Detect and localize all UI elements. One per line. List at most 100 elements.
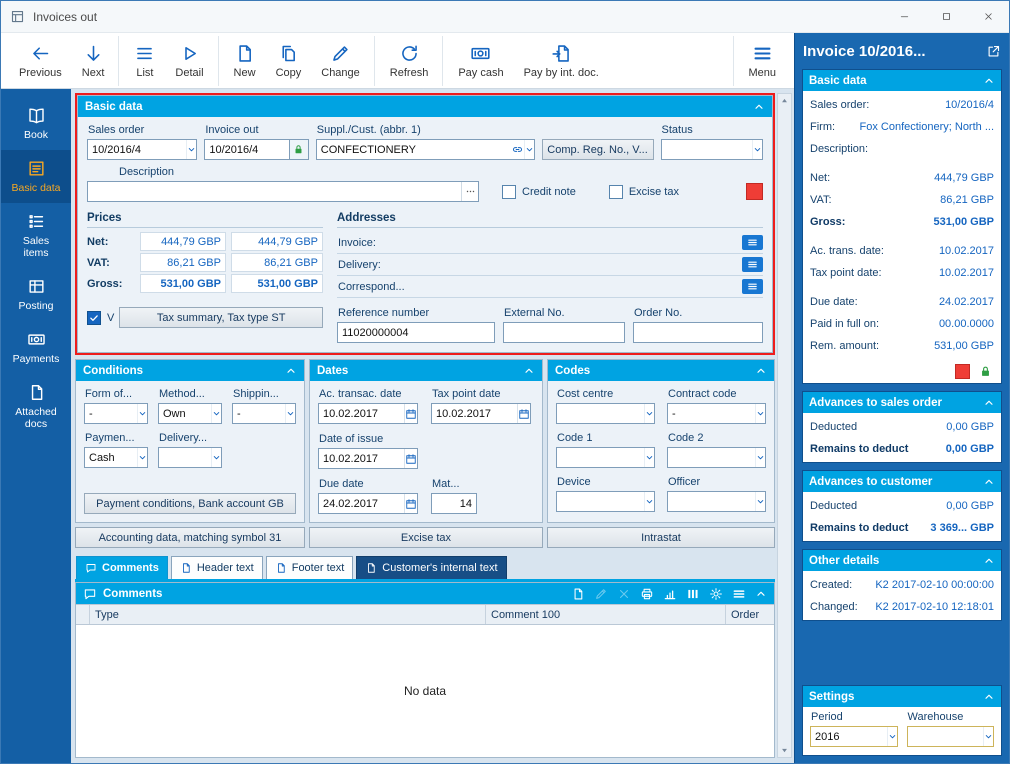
invoice-out-field[interactable]: 10/2016/4 bbox=[204, 139, 289, 160]
chevron-down-icon[interactable] bbox=[983, 727, 993, 746]
link-icon[interactable] bbox=[511, 140, 524, 159]
columns-icon[interactable] bbox=[686, 587, 700, 601]
chevron-up-icon[interactable] bbox=[523, 365, 535, 377]
column-header-type[interactable]: Type bbox=[90, 605, 486, 624]
date-of-issue-field[interactable]: 10.02.2017 bbox=[318, 448, 418, 469]
condition-combo[interactable]: - bbox=[84, 403, 148, 424]
chevron-up-icon[interactable] bbox=[983, 476, 995, 488]
description-input[interactable] bbox=[87, 181, 479, 202]
vat-checkbox[interactable] bbox=[87, 311, 101, 325]
chevron-down-icon[interactable] bbox=[887, 727, 897, 746]
print-icon[interactable] bbox=[640, 587, 654, 601]
chevron-down-icon[interactable] bbox=[644, 448, 654, 467]
address-menu-button[interactable] bbox=[742, 235, 763, 250]
toolbar-button[interactable]: Change bbox=[311, 36, 375, 86]
chevron-down-icon[interactable] bbox=[752, 140, 762, 159]
tab[interactable]: Comments bbox=[76, 556, 168, 579]
condition-combo[interactable]: Own bbox=[158, 403, 222, 424]
due-date-field[interactable]: 24.02.2017 bbox=[318, 493, 418, 514]
chevron-down-icon[interactable] bbox=[137, 404, 147, 423]
chart-icon[interactable] bbox=[663, 587, 677, 601]
excise-tax-option[interactable]: Excise tax bbox=[609, 185, 679, 199]
code-combo[interactable] bbox=[667, 491, 766, 512]
period-combo[interactable]: 2016 bbox=[810, 726, 898, 747]
close-button[interactable] bbox=[967, 1, 1009, 32]
chevron-up-icon[interactable] bbox=[753, 101, 765, 113]
chevron-up-icon[interactable] bbox=[755, 588, 767, 600]
edit-icon[interactable] bbox=[594, 587, 608, 601]
chevron-down-icon[interactable] bbox=[644, 404, 654, 423]
warehouse-combo[interactable] bbox=[907, 726, 995, 747]
comp-reg-button[interactable]: Comp. Reg. No., V... bbox=[542, 139, 654, 160]
delete-icon[interactable] bbox=[617, 587, 631, 601]
toolbar-button[interactable]: Previous bbox=[9, 36, 72, 86]
code-combo[interactable]: - bbox=[667, 403, 766, 424]
ellipsis-button[interactable] bbox=[461, 182, 478, 201]
chevron-up-icon[interactable] bbox=[285, 365, 297, 377]
order-no-input[interactable] bbox=[633, 322, 763, 343]
toolbar-button[interactable]: Copy bbox=[266, 36, 312, 86]
customer-combo[interactable]: CONFECTIONERY bbox=[316, 139, 535, 160]
code-combo[interactable] bbox=[556, 403, 655, 424]
sidebar-item[interactable]: Payments bbox=[1, 321, 71, 374]
calendar-icon[interactable] bbox=[517, 404, 530, 423]
column-header-order[interactable]: Order bbox=[726, 605, 774, 624]
condition-combo[interactable] bbox=[158, 447, 222, 468]
toolbar-button[interactable]: Pay by int. doc. bbox=[514, 36, 609, 86]
chevron-down-icon[interactable] bbox=[644, 492, 654, 511]
chevron-up-icon[interactable] bbox=[983, 555, 995, 567]
toolbar-button[interactable]: New bbox=[224, 36, 266, 86]
sidebar-item[interactable]: Posting bbox=[1, 268, 71, 321]
condition-combo[interactable]: - bbox=[232, 403, 296, 424]
chevron-down-icon[interactable] bbox=[285, 404, 295, 423]
tax-point-date-field[interactable]: 10.02.2017 bbox=[431, 403, 531, 424]
tax-summary-button[interactable]: Tax summary, Tax type ST bbox=[119, 307, 323, 328]
toolbar-button[interactable]: Refresh bbox=[380, 36, 444, 86]
sales-order-combo[interactable]: 10/2016/4 bbox=[87, 139, 197, 160]
toolbar-button[interactable]: Menu bbox=[733, 36, 786, 86]
credit-note-checkbox[interactable] bbox=[502, 185, 516, 199]
accounting-data-button[interactable]: Accounting data, matching symbol 31 bbox=[75, 527, 305, 548]
chevron-down-icon[interactable] bbox=[211, 404, 221, 423]
toolbar-button[interactable]: Pay cash bbox=[448, 36, 513, 86]
code-combo[interactable] bbox=[556, 491, 655, 512]
tab[interactable]: Customer's internal text bbox=[356, 556, 506, 579]
toolbar-button[interactable]: Detail bbox=[165, 36, 218, 86]
address-menu-button[interactable] bbox=[742, 257, 763, 272]
tab[interactable]: Header text bbox=[171, 556, 263, 579]
excise-tax-checkbox[interactable] bbox=[609, 185, 623, 199]
chevron-down-icon[interactable] bbox=[755, 404, 765, 423]
new-comment-icon[interactable] bbox=[571, 587, 585, 601]
minimize-button[interactable] bbox=[883, 1, 925, 32]
maximize-button[interactable] bbox=[925, 1, 967, 32]
reference-number-input[interactable]: 11020000004 bbox=[337, 322, 495, 343]
mat-field[interactable]: 14 bbox=[431, 493, 477, 514]
chevron-up-icon[interactable] bbox=[755, 365, 767, 377]
status-combo[interactable] bbox=[661, 139, 763, 160]
gear-icon[interactable] bbox=[709, 587, 723, 601]
calendar-icon[interactable] bbox=[404, 494, 417, 513]
chevron-up-icon[interactable] bbox=[983, 75, 995, 87]
chevron-up-icon[interactable] bbox=[983, 691, 995, 703]
lock-button[interactable] bbox=[289, 139, 309, 160]
column-header-comment[interactable]: Comment 100 bbox=[486, 605, 726, 624]
payment-conditions-button[interactable]: Payment conditions, Bank account GB bbox=[84, 493, 296, 514]
scroll-up-icon[interactable] bbox=[780, 96, 789, 105]
external-link-icon[interactable] bbox=[986, 44, 1001, 59]
calendar-icon[interactable] bbox=[404, 449, 417, 468]
code-combo[interactable] bbox=[556, 447, 655, 468]
sidebar-item[interactable]: Sales items bbox=[1, 203, 71, 268]
chevron-down-icon[interactable] bbox=[755, 492, 765, 511]
sidebar-item[interactable]: Basic data bbox=[1, 150, 71, 203]
main-scrollbar[interactable] bbox=[777, 93, 792, 758]
toolbar-button[interactable]: Next bbox=[72, 36, 120, 86]
scroll-down-icon[interactable] bbox=[780, 746, 789, 755]
address-menu-button[interactable] bbox=[742, 279, 763, 294]
tab[interactable]: Footer text bbox=[266, 556, 354, 579]
calendar-icon[interactable] bbox=[404, 404, 417, 423]
chevron-down-icon[interactable] bbox=[137, 448, 147, 467]
excise-tax-button[interactable]: Excise tax bbox=[309, 527, 543, 548]
ac-transac-date-field[interactable]: 10.02.2017 bbox=[318, 403, 418, 424]
toolbar-button[interactable]: List bbox=[124, 36, 165, 86]
chevron-down-icon[interactable] bbox=[186, 140, 196, 159]
